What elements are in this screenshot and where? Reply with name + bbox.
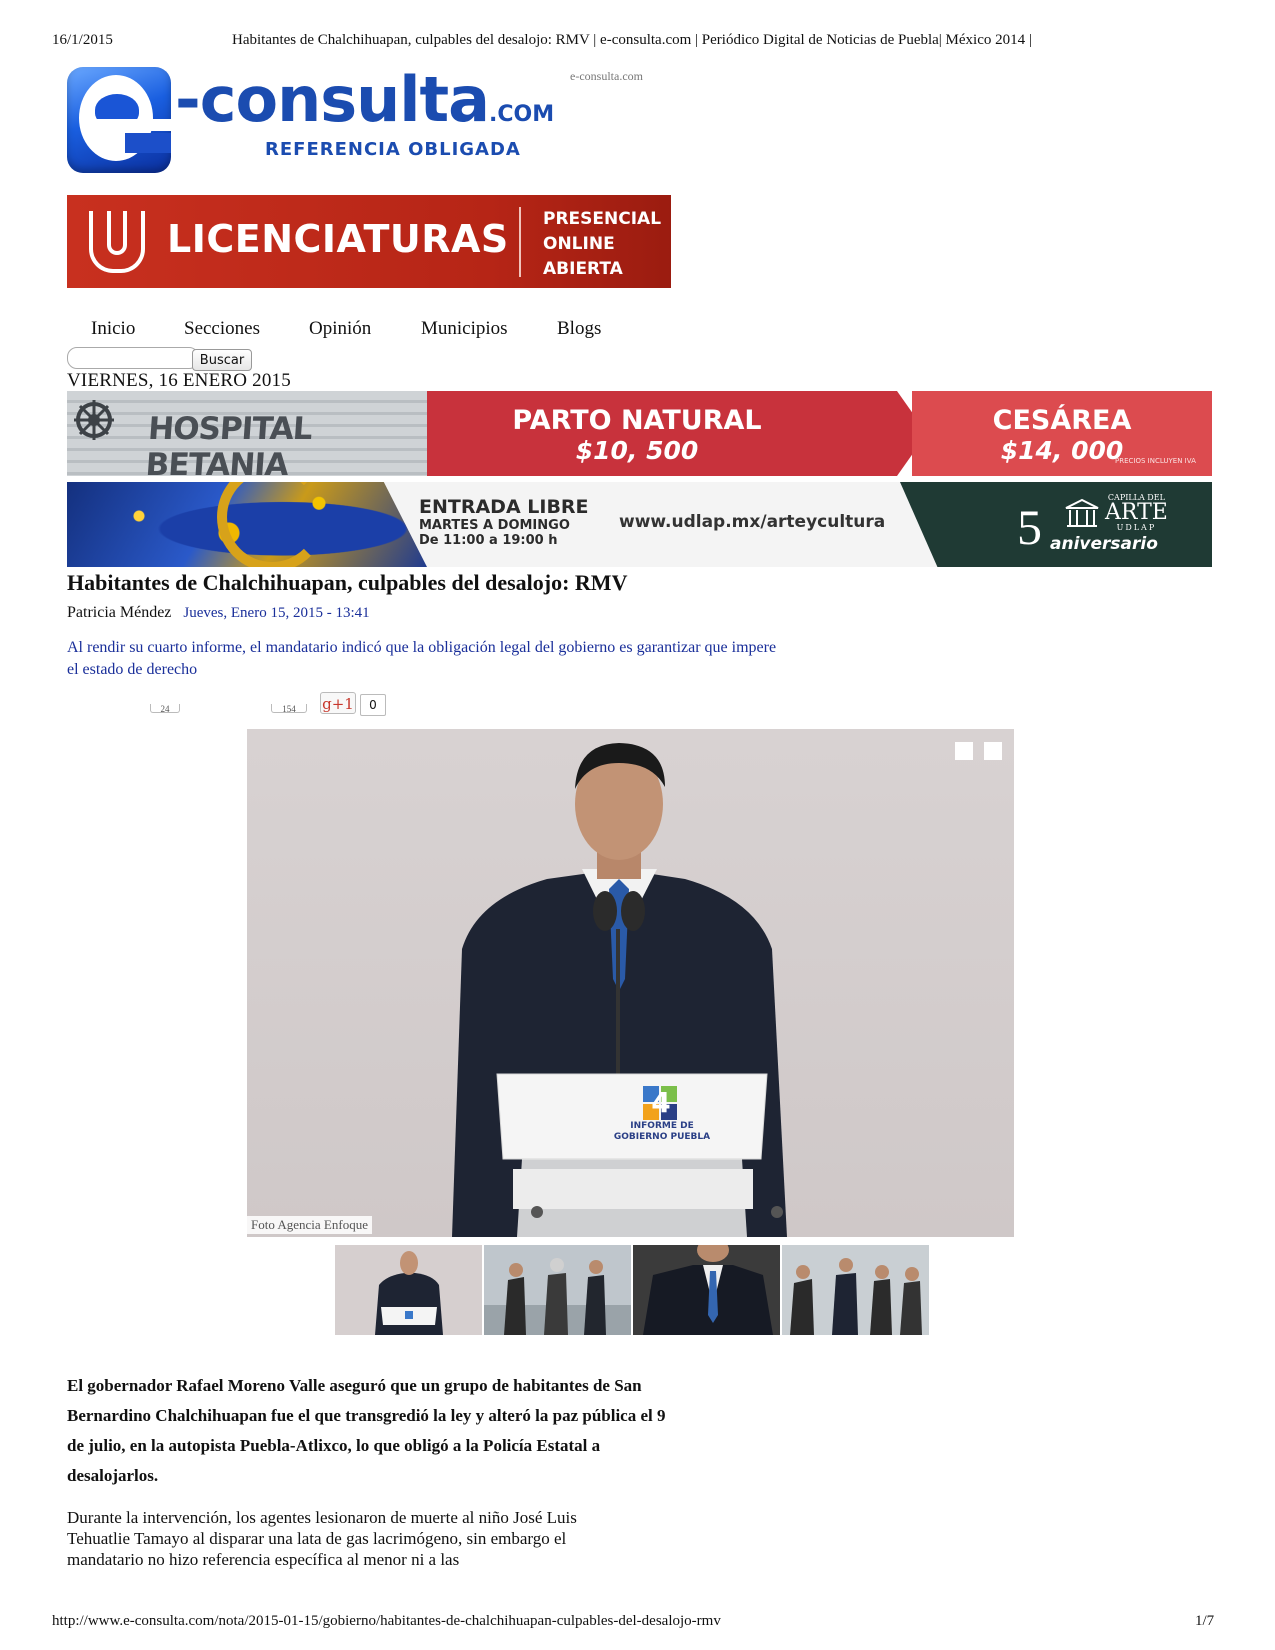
podium-number: 4 <box>651 1086 671 1119</box>
next-icon[interactable] <box>984 742 1002 760</box>
thumbnail-2[interactable] <box>484 1245 631 1335</box>
article-byline: Patricia Méndez Jueves, Enero 15, 2015 -… <box>67 604 370 622</box>
print-date: 16/1/2015 <box>52 32 113 48</box>
anniversary-number: 5 <box>1017 499 1042 555</box>
current-date: VIERNES, 16 ENERO 2015 <box>67 370 291 391</box>
article-paragraph: Durante la intervención, los agentes les… <box>67 1508 577 1569</box>
temple-icon <box>1065 498 1099 527</box>
hospital-name: HOSPITAL BETANIA <box>144 411 313 476</box>
artwork-image <box>67 482 427 567</box>
nav-municipios-link[interactable]: Municipios <box>421 318 508 340</box>
ad-licenciaturas[interactable]: LICENCIATURAS PRESENCIAL ONLINE ABIERTA <box>67 195 671 288</box>
search-input[interactable] <box>67 347 199 369</box>
photo-caption: Foto Agencia Enfoque <box>247 1216 372 1234</box>
thumbnail-1[interactable] <box>335 1245 482 1335</box>
print-url: http://www.e-consulta.com/nota/2015-01-1… <box>52 1613 721 1629</box>
print-page-number: 1/7 <box>1195 1613 1215 1629</box>
logo-tagline: REFERENCIA OBLIGADA <box>265 139 521 160</box>
ad-fine-print: PRECIOS INCLUYEN IVA <box>1115 457 1196 465</box>
google-plus-button[interactable]: g+1 <box>320 692 356 714</box>
nav-opinion-link[interactable]: Opinión <box>309 318 371 340</box>
ad-hospital-betania[interactable]: HOSPITAL BETANIA PARTO NATURAL $10, 500 … <box>67 391 1212 476</box>
article-title: Habitantes de Chalchihuapan, culpables d… <box>67 570 628 595</box>
article-lede: Al rendir su cuarto informe, el mandatar… <box>67 639 777 678</box>
ad-mode-abierta: ABIERTA <box>543 259 623 279</box>
nav-blogs-link[interactable]: Blogs <box>557 318 601 340</box>
logo-wordmark: -consulta.COM <box>175 63 555 136</box>
offer-parto-natural: PARTO NATURAL $10, 500 <box>512 405 762 465</box>
site-caption: e-consulta.com <box>570 69 643 83</box>
ad-entry-info: ENTRADA LIBRE MARTES A DOMINGO De 11:00 … <box>419 496 589 548</box>
ad-udlap-arte[interactable]: ENTRADA LIBRE MARTES A DOMINGO De 11:00 … <box>67 482 1212 567</box>
photo-thumbnails <box>335 1245 929 1335</box>
u-logo-icon <box>89 211 145 273</box>
site-logo[interactable]: -consulta.COM REFERENCIA OBLIGADA <box>67 67 577 173</box>
twitter-share-count[interactable]: 154 <box>271 704 307 714</box>
fullscreen-icon[interactable] <box>955 742 973 760</box>
anniversary-text: aniversario <box>1050 534 1158 554</box>
print-page-title: Habitantes de Chalchihuapan, culpables d… <box>232 32 1032 48</box>
nav-inicio-link[interactable]: Inicio <box>91 318 135 340</box>
thumbnail-4[interactable] <box>782 1245 929 1335</box>
hospital-building-image: HOSPITAL BETANIA <box>67 391 437 476</box>
ad-licenciaturas-title: LICENCIATURAS <box>167 217 509 261</box>
e-logo-icon <box>67 67 171 173</box>
ad-mode-presencial: PRESENCIAL <box>543 209 662 229</box>
podium-caption: INFORME DE GOBIERNO PUEBLA <box>613 1121 711 1142</box>
ad-mode-online: ONLINE <box>543 234 615 254</box>
ad-url: www.udlap.mx/arteycultura <box>619 512 886 532</box>
article-date: Jueves, Enero 15, 2015 - 13:41 <box>183 605 370 621</box>
google-plus-count: 0 <box>360 694 386 716</box>
capilla-del-arte-logo: CAPILLA DEL ARTE UDLAP <box>1105 493 1168 532</box>
hospital-emblem-icon <box>74 400 114 440</box>
article-author: Patricia Méndez <box>67 604 172 621</box>
search-button[interactable]: Buscar <box>192 349 252 371</box>
article-main-photo[interactable]: 4 INFORME DE GOBIERNO PUEBLA Foto Agenci… <box>247 729 1014 1237</box>
offer-cesarea: CESÁREA $14, 000 <box>992 405 1132 465</box>
thumbnail-3[interactable] <box>633 1245 780 1335</box>
speaker-at-podium-image <box>452 743 787 1237</box>
ad-divider <box>519 207 521 277</box>
facebook-share-count[interactable]: 24 <box>150 704 180 714</box>
article-lead-paragraph: El gobernador Rafael Moreno Valle asegur… <box>67 1376 666 1485</box>
nav-secciones-menu[interactable]: Secciones <box>184 318 260 340</box>
